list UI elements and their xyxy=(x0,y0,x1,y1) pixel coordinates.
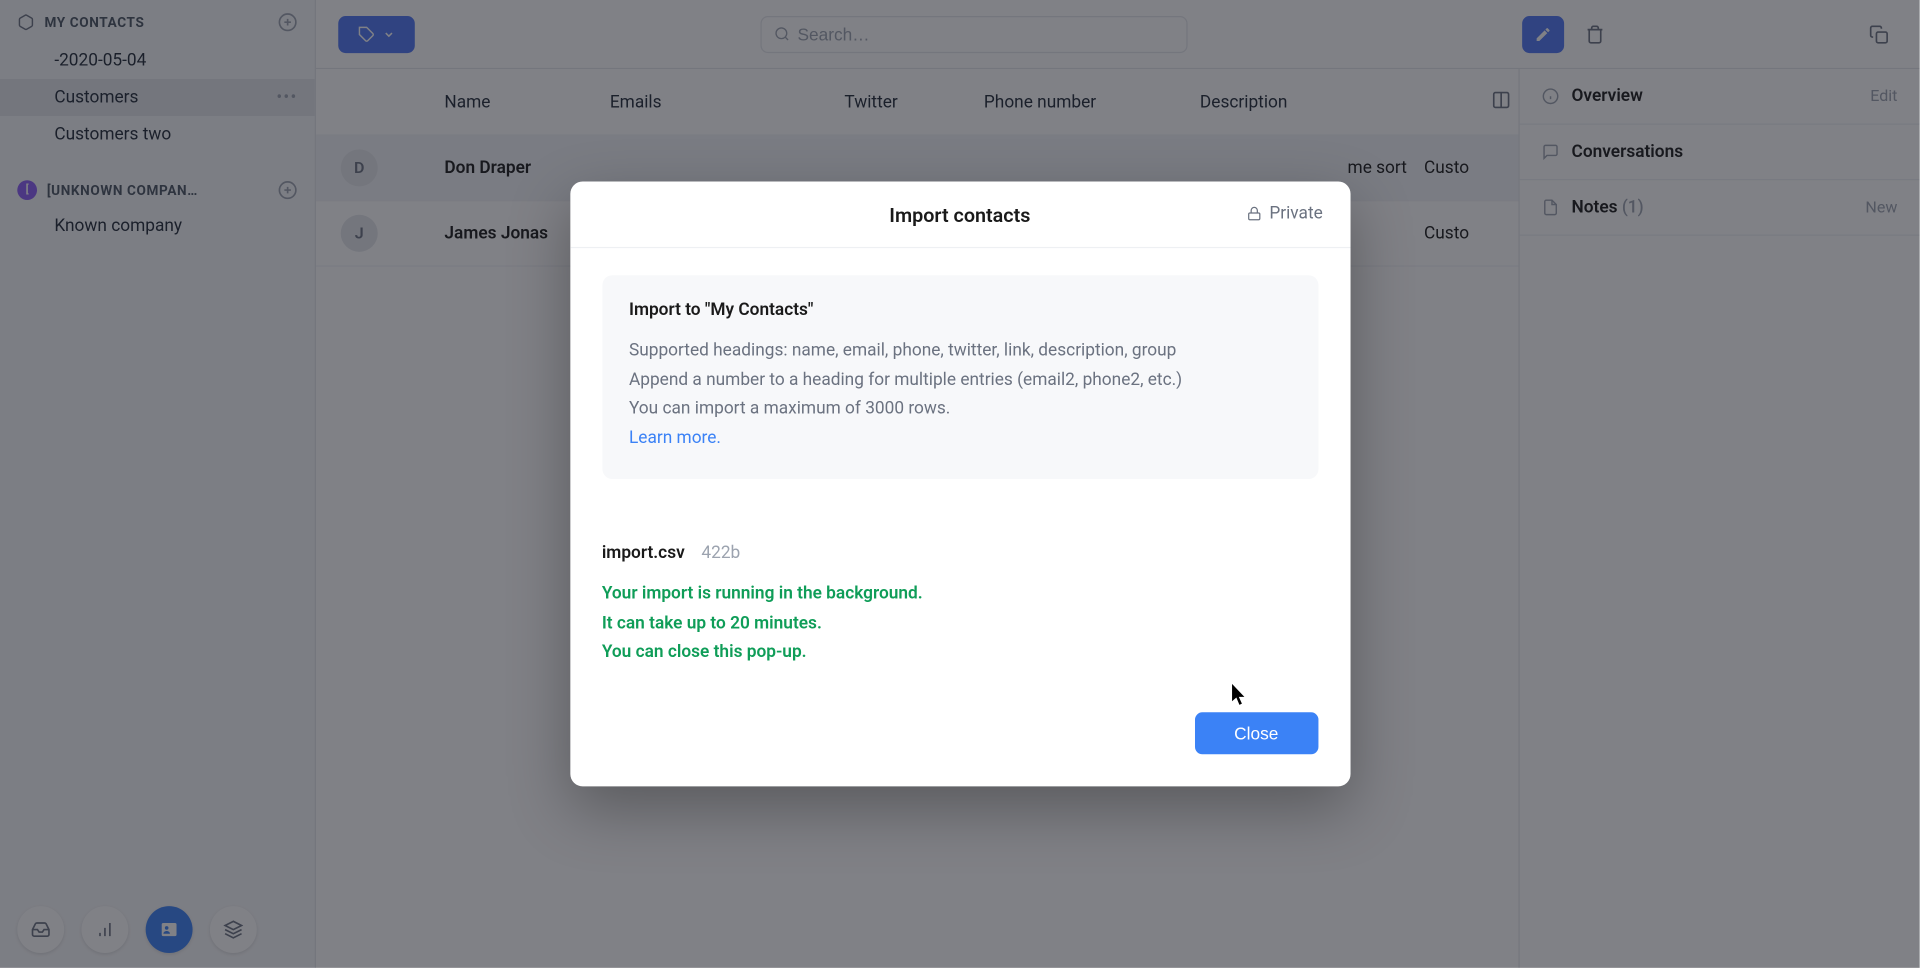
import-info-box: Import to "My Contacts" Supported headin… xyxy=(602,275,1318,479)
close-button[interactable]: Close xyxy=(1195,713,1318,755)
modal-overlay[interactable]: Import contacts Private Import to "My Co… xyxy=(0,0,1920,968)
learn-more-link[interactable]: Learn more. xyxy=(629,428,721,448)
import-contacts-modal: Import contacts Private Import to "My Co… xyxy=(570,181,1350,787)
info-title: Import to "My Contacts" xyxy=(629,300,1291,320)
file-row: import.csv 422b xyxy=(602,543,1318,563)
modal-header: Import contacts Private xyxy=(570,181,1350,248)
import-status: Your import is running in the background… xyxy=(602,580,1318,668)
modal-body: Import to "My Contacts" Supported headin… xyxy=(570,248,1350,698)
modal-title: Import contacts xyxy=(602,203,1318,226)
lock-icon xyxy=(1247,206,1262,221)
file-name: import.csv xyxy=(602,543,685,563)
info-text: Supported headings: name, email, phone, … xyxy=(629,337,1291,455)
file-size: 422b xyxy=(701,543,740,563)
modal-private-badge: Private xyxy=(1247,203,1323,223)
modal-footer: Close xyxy=(570,698,1350,787)
